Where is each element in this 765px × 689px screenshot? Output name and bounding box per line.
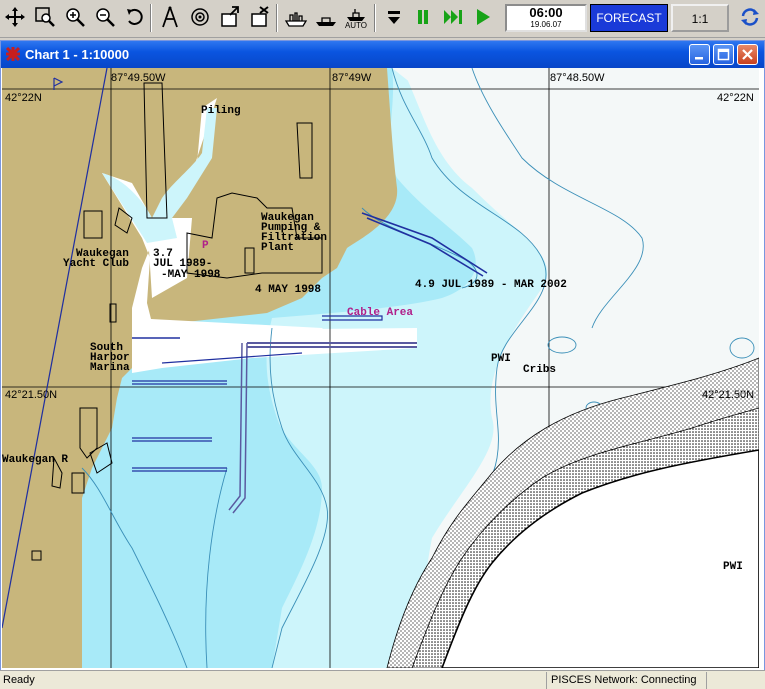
auto-label: AUTO [344, 21, 368, 30]
maximize-icon[interactable] [713, 44, 734, 65]
network-status: PISCES Network: Connecting [546, 672, 704, 689]
ship-auto-icon[interactable]: AUTO [344, 5, 368, 30]
label-may-1998-b: 4 MAY 1998 [255, 284, 322, 296]
toolbar: AUTO 06:00 19.06.07 FORECAST 1:1 [0, 0, 765, 38]
lat-label-mid-right: 42°21.50N [702, 389, 755, 401]
label-pumping-4: Plant [261, 242, 295, 254]
pan-arrows-icon[interactable] [3, 5, 27, 29]
zoom-out-icon[interactable] [93, 5, 117, 29]
toolbar-separator [150, 4, 152, 32]
lon-label-left: 87°49.50W [111, 72, 166, 84]
app-icon [5, 46, 21, 62]
forecast-button[interactable]: FORECAST [590, 4, 668, 32]
chart-delete-icon[interactable] [248, 5, 272, 29]
toolbar-separator [276, 4, 278, 32]
label-may-1998-a: -MAY 1998 [161, 269, 221, 281]
label-p-marker: P [202, 240, 209, 252]
window-title: Chart 1 - 1:10000 [25, 47, 130, 62]
refresh-icon[interactable] [738, 5, 762, 29]
label-jul-1989: JUL 1989- [153, 258, 213, 270]
app-root: AUTO 06:00 19.06.07 FORECAST 1:1 Chart 1… [0, 0, 765, 689]
window-titlebar[interactable]: Chart 1 - 1:10000 [1, 41, 764, 68]
status-panel [706, 672, 764, 689]
label-depth-49: 4.9 JUL 1989 - MAR 2002 [415, 279, 567, 291]
label-pwi-2: PWI [723, 561, 743, 573]
clock-time: 06:00 [529, 5, 563, 20]
zoom-in-icon[interactable] [63, 5, 87, 29]
chart-import-icon[interactable] [218, 5, 242, 29]
label-cable-area: Cable Area [347, 307, 414, 319]
scale-button[interactable]: 1:1 [671, 4, 729, 32]
lon-label-mid: 87°49W [332, 72, 372, 84]
play-icon[interactable] [471, 5, 495, 29]
label-south-harbor-3: Marina [90, 362, 130, 374]
label-pwi-1: PWI [491, 353, 511, 365]
lon-label-right: 87°48.50W [550, 72, 605, 84]
status-text: Ready [3, 674, 35, 686]
label-yacht-club-2: Yacht Club [63, 258, 130, 270]
nautical-chart-view[interactable]: 87°49.50W 87°49W 87°48.50W 42°22N 42°22N… [2, 68, 759, 668]
status-bar: Ready PISCES Network: Connecting [0, 670, 765, 689]
close-icon[interactable] [737, 44, 758, 65]
undo-view-icon[interactable] [123, 5, 147, 29]
lat-label-top-right: 42°22N [717, 92, 754, 104]
ship-view-icon[interactable] [284, 5, 308, 29]
clock-display: 06:00 19.06.07 [505, 4, 587, 32]
ship-course-icon[interactable] [314, 5, 338, 29]
minimize-icon[interactable] [689, 44, 710, 65]
lat-label-top-left: 42°22N [5, 92, 42, 104]
fast-forward-icon[interactable] [441, 5, 465, 29]
stop-icon[interactable] [382, 5, 406, 29]
target-icon[interactable] [188, 5, 212, 29]
compass-icon[interactable] [158, 5, 182, 29]
toolbar-separator [374, 4, 376, 32]
pause-icon[interactable] [411, 5, 435, 29]
chart-window: Chart 1 - 1:10000 87°49.50W 87°49W 87°48… [0, 40, 765, 672]
zoom-box-icon[interactable] [33, 5, 57, 29]
clock-date: 19.06.07 [530, 20, 562, 29]
label-cribs: Cribs [523, 364, 557, 376]
label-waukegan-r: Waukegan R [2, 454, 69, 466]
label-piling: Piling [201, 105, 241, 117]
lat-label-mid-left: 42°21.50N [5, 389, 58, 401]
